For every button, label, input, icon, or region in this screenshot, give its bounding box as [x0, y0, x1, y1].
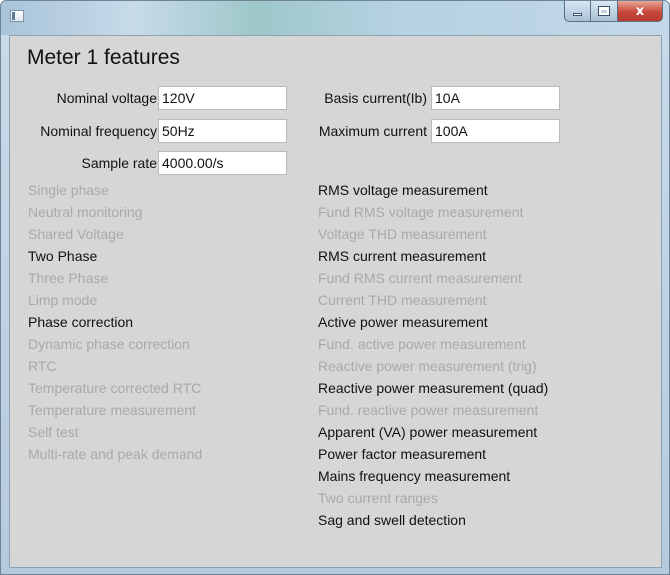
app-window-icon[interactable]: [10, 10, 24, 22]
feature-two-phase: Two Phase: [28, 248, 98, 264]
window-controls: x: [564, 1, 663, 23]
feature-sag-swell-detection: Sag and swell detection: [318, 512, 466, 528]
maximize-icon: [598, 6, 610, 16]
nominal-voltage-field[interactable]: 120V: [158, 86, 287, 110]
basis-current-label: Basis current(Ib): [324, 90, 427, 106]
maximum-current-field[interactable]: 100A: [431, 119, 560, 143]
feature-two-current-ranges: Two current ranges: [318, 490, 438, 506]
feature-rms-current-measurement: RMS current measurement: [318, 248, 487, 264]
feature-single-phase: Single phase: [28, 182, 109, 198]
feature-fund-rms-current-measurement: Fund RMS current measurement: [318, 270, 522, 286]
feature-temperature-corrected-rtc: Temperature corrected RTC: [28, 380, 202, 396]
sample-rate-label: Sample rate: [81, 155, 157, 171]
basis-current-field[interactable]: 10A: [431, 86, 560, 110]
feature-temperature-measurement: Temperature measurement: [28, 402, 197, 418]
minimize-button[interactable]: [564, 1, 591, 22]
feature-three-phase: Three Phase: [28, 270, 109, 286]
feature-mains-frequency-measurement: Mains frequency measurement: [318, 468, 511, 484]
feature-self-test: Self test: [28, 424, 79, 440]
feature-dynamic-phase-correction: Dynamic phase correction: [28, 336, 190, 352]
nominal-voltage-label: Nominal voltage: [56, 90, 157, 106]
close-button[interactable]: x: [618, 1, 663, 22]
feature-multi-rate-peak-demand: Multi-rate and peak demand: [28, 446, 203, 462]
sample-rate-field[interactable]: 4000.00/s: [158, 151, 287, 175]
page-title: Meter 1 features: [27, 46, 180, 69]
feature-apparent-power-measurement: Apparent (VA) power measurement: [318, 424, 538, 440]
feature-phase-correction: Phase correction: [28, 314, 134, 330]
feature-rms-voltage-measurement: RMS voltage measurement: [318, 182, 488, 198]
feature-limp-mode: Limp mode: [28, 292, 98, 308]
app-window: x Meter 1 features Nominal voltage 120V …: [0, 0, 670, 575]
nominal-frequency-label: Nominal frequency: [40, 123, 157, 139]
feature-reactive-power-measurement-trig: Reactive power measurement (trig): [318, 358, 537, 374]
close-icon: x: [635, 3, 645, 19]
feature-fund-reactive-power-measurement: Fund. reactive power measurement: [318, 402, 539, 418]
minimize-icon: [573, 12, 582, 16]
feature-rtc: RTC: [28, 358, 57, 374]
maximum-current-label: Maximum current: [318, 123, 427, 139]
feature-shared-voltage: Shared Voltage: [28, 226, 124, 242]
feature-reactive-power-measurement-quad: Reactive power measurement (quad): [318, 380, 549, 396]
nominal-frequency-field[interactable]: 50Hz: [158, 119, 287, 143]
feature-fund-active-power-measurement: Fund. active power measurement: [318, 336, 526, 352]
feature-neutral-monitoring: Neutral monitoring: [28, 204, 143, 220]
maximize-button[interactable]: [591, 1, 618, 22]
feature-power-factor-measurement: Power factor measurement: [318, 446, 487, 462]
feature-voltage-thd-measurement: Voltage THD measurement: [318, 226, 487, 242]
feature-active-power-measurement: Active power measurement: [318, 314, 488, 330]
feature-fund-rms-voltage-measurement: Fund RMS voltage measurement: [318, 204, 524, 220]
meter-features-panel: Meter 1 features Nominal voltage 120V No…: [9, 35, 662, 568]
title-bar[interactable]: x: [1, 1, 669, 35]
feature-current-thd-measurement: Current THD measurement: [318, 292, 487, 308]
